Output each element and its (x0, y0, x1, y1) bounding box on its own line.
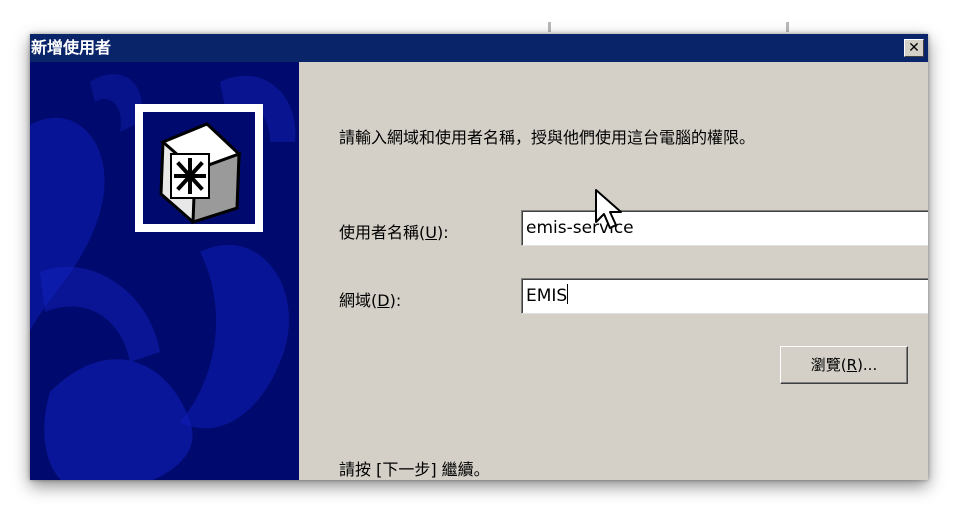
text-caret (567, 284, 569, 304)
domain-value: EMIS (526, 286, 568, 306)
domain-input[interactable]: EMIS (521, 278, 928, 314)
close-icon: ✕ (908, 40, 920, 56)
dialog-title: 新增使用者 (31, 38, 112, 57)
snowflake-card-icon (135, 104, 263, 232)
mouse-pointer-icon (595, 189, 622, 229)
background-fragment (548, 22, 551, 32)
background-strip (0, 0, 963, 34)
background-fragment (786, 22, 789, 32)
domain-label: 網域(D): (339, 291, 402, 310)
title-bar[interactable]: 新增使用者 ✕ (30, 34, 928, 62)
footer-instruction: 請按 [下一步] 繼續。 (339, 460, 490, 479)
intro-text: 請輸入網域和使用者名稱，授與他們使用這台電腦的權限。 (339, 128, 756, 147)
browse-button[interactable]: 瀏覽(R)... (780, 346, 908, 384)
close-button[interactable]: ✕ (904, 39, 924, 57)
add-user-dialog: 新增使用者 ✕ 請輸入網域和使用者名稱，授與他們使用這台電腦的權限。 使用者名稱… (30, 34, 928, 480)
wizard-content: 請輸入網域和使用者名稱，授與他們使用這台電腦的權限。 使用者名稱(U): emi… (299, 62, 928, 480)
username-label: 使用者名稱(U): (339, 223, 449, 242)
wizard-side-panel (30, 62, 299, 480)
username-input[interactable]: emis-service (521, 210, 928, 246)
